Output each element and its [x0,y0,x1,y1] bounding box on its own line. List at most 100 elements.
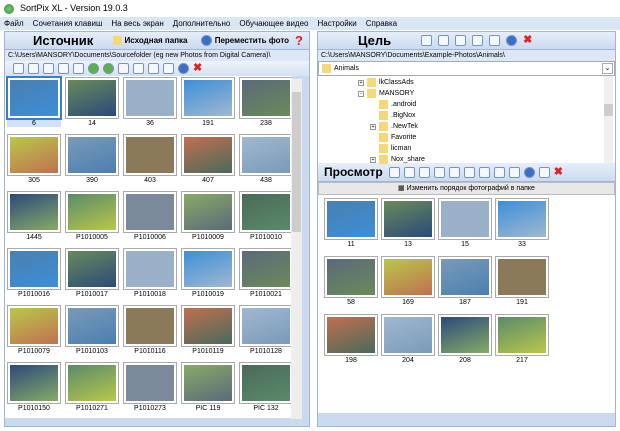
help-button[interactable]: ? [295,33,303,48]
photo-thumbnail[interactable]: P1010005 [65,191,119,241]
photo-thumbnail[interactable]: P1010273 [123,362,177,412]
list-icon[interactable] [58,63,69,74]
source-folder-button[interactable]: Исходная папка [125,36,188,45]
move-photo-button[interactable]: Переместить фото [215,36,289,45]
search-icon[interactable] [455,35,467,46]
list-icon[interactable] [433,166,445,178]
arrow-icon[interactable] [118,63,129,74]
photo-thumbnail[interactable]: P1010079 [7,305,61,355]
screen-icon[interactable] [489,35,501,46]
new-folder-icon[interactable] [421,35,433,46]
undo-icon[interactable] [506,35,518,46]
photo-thumbnail[interactable]: 15 [438,198,492,248]
photo-thumbnail[interactable]: 390 [65,134,119,184]
sort-icon[interactable] [418,166,430,178]
copy-icon[interactable] [493,166,505,178]
rotate-right-icon[interactable] [403,166,415,178]
screen-icon[interactable] [508,166,520,178]
expand-icon[interactable]: + [358,79,364,86]
photo-thumbnail[interactable]: P1010128 [239,305,292,355]
photo-thumbnail[interactable]: P1010009 [181,191,235,241]
search-icon[interactable] [478,166,490,178]
source-scroll-thumb[interactable] [292,92,301,232]
photo-thumbnail[interactable]: P1010018 [123,248,177,298]
slideshow-icon[interactable] [538,166,550,178]
photo-thumbnail[interactable]: P1010116 [123,305,177,355]
photo-thumbnail[interactable]: P1010019 [181,248,235,298]
rotate-left-icon[interactable] [388,166,400,178]
photo-thumbnail[interactable]: 11 [324,198,378,248]
photo-thumbnail[interactable]: 13 [381,198,435,248]
photo-thumbnail[interactable]: 191 [181,77,235,127]
expand-icon[interactable]: - [358,90,364,97]
photo-thumbnail[interactable]: 208 [438,314,492,364]
arrow-icon[interactable] [448,166,460,178]
tree-scrollbar[interactable] [604,76,613,163]
chevron-down-icon[interactable]: ⌄ [602,63,613,74]
photo-thumbnail[interactable]: P1010006 [123,191,177,241]
photo-thumbnail[interactable]: 204 [381,314,435,364]
copy-icon[interactable] [472,35,484,46]
photo-thumbnail[interactable]: PIC 119 [181,362,235,412]
tree-node[interactable]: + .NewTek [370,122,418,131]
menu-item[interactable]: Справка [366,17,397,30]
photo-thumbnail[interactable]: 438 [239,134,292,184]
folder-dropdown[interactable]: Animals ⌄ [318,61,615,76]
delete-icon[interactable]: ✖ [523,35,534,46]
photo-thumbnail[interactable]: P1010271 [65,362,119,412]
expand-icon[interactable]: + [370,156,376,163]
tree-node[interactable]: licman [370,144,411,153]
photo-thumbnail[interactable]: 305 [7,134,61,184]
photo-thumbnail[interactable]: P1010119 [181,305,235,355]
photo-thumbnail[interactable]: P1010016 [7,248,61,298]
photo-thumbnail[interactable]: 403 [123,134,177,184]
photo-thumbnail[interactable]: 58 [324,256,378,306]
menu-item[interactable]: Обучающее видео [239,17,308,30]
photo-thumbnail[interactable]: 33 [495,198,549,248]
rotate-left-icon[interactable] [88,63,99,74]
expand-icon[interactable]: + [370,123,376,130]
undo-icon[interactable] [523,166,535,178]
photo-thumbnail[interactable]: 6 [6,76,62,127]
menu-item[interactable]: Дополнительно [173,17,231,30]
arrow-icon[interactable] [438,35,450,46]
photo-thumbnail[interactable]: P1010103 [65,305,119,355]
sort-icon[interactable] [43,63,54,74]
photo-thumbnail[interactable]: 187 [438,256,492,306]
tree-node[interactable]: .android [370,100,416,109]
rotate-right-icon[interactable] [103,63,114,74]
photo-thumbnail[interactable]: 14 [65,77,119,127]
menu-item[interactable]: Файл [4,17,24,30]
check-all-icon[interactable] [13,63,24,74]
photo-thumbnail[interactable]: 169 [381,256,435,306]
photo-thumbnail[interactable]: PIC 132 [239,362,292,412]
menu-item[interactable]: На весь экран [111,17,163,30]
photo-thumbnail[interactable]: P1010021 [239,248,292,298]
menu-item[interactable]: Сочетания клавиш [33,17,103,30]
photo-thumbnail[interactable]: P1010010 [239,191,292,241]
tree-node[interactable]: Favorite [370,133,416,142]
photo-thumbnail[interactable]: 238 [239,77,292,127]
search-icon[interactable] [148,63,159,74]
tree-node[interactable]: .BigNox [370,111,416,120]
photo-thumbnail[interactable]: 407 [181,134,235,184]
file-icon[interactable] [463,166,475,178]
delete-icon[interactable]: ✖ [193,63,204,74]
delete-icon[interactable]: ✖ [554,166,565,178]
settings-icon[interactable] [73,63,84,74]
photo-thumbnail[interactable]: 191 [495,256,549,306]
photo-thumbnail[interactable]: 36 [123,77,177,127]
photo-thumbnail[interactable]: 1445 [7,191,61,241]
photo-thumbnail[interactable]: 217 [495,314,549,364]
tree-node[interactable]: + lkClassAds [358,78,414,87]
photo-thumbnail[interactable]: 198 [324,314,378,364]
photo-thumbnail[interactable]: P1010017 [65,248,119,298]
photo-thumbnail[interactable]: P1010150 [7,362,61,412]
reorder-button[interactable]: ▦ Изменить порядок фотографий в папке [318,182,615,195]
file-icon[interactable] [133,63,144,74]
tree-node[interactable]: - MANSORY [358,89,414,98]
menu-item[interactable]: Настройки [317,17,356,30]
copy-icon[interactable] [163,63,174,74]
uncheck-icon[interactable] [28,63,39,74]
undo-icon[interactable] [178,63,189,74]
